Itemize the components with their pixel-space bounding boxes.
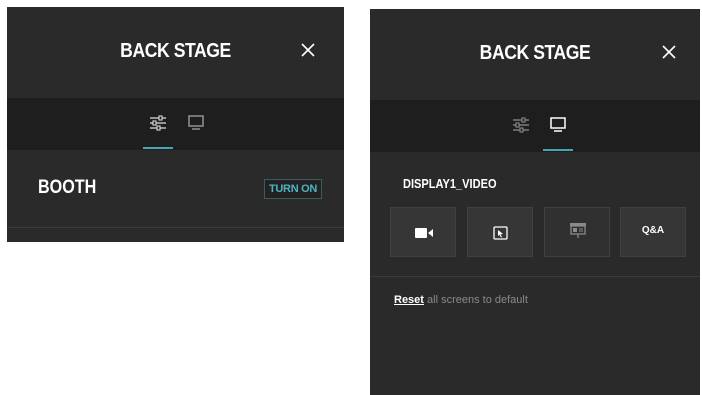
divider — [370, 276, 700, 277]
reset-link[interactable]: Reset — [394, 294, 424, 306]
tab-settings[interactable] — [142, 98, 174, 150]
presentation-icon — [570, 223, 586, 238]
screen-share-icon — [493, 226, 508, 240]
qa-label: Q&A — [641, 225, 665, 236]
booth-label: BOOTH — [38, 177, 97, 198]
panel-header: BACK STAGE — [7, 7, 344, 98]
panel-title: BACK STAGE — [120, 40, 231, 62]
monitor-icon — [550, 117, 566, 132]
backstage-panel-screens: BACK STAGE DISPLAY1_VIDEO Q&A Reset all … — [370, 9, 700, 395]
tab-bar — [7, 98, 344, 150]
tab-settings[interactable] — [505, 100, 537, 152]
backstage-panel-settings: BACK STAGE BOOTH TURN ON — [7, 7, 344, 242]
video-camera-icon — [415, 228, 433, 238]
qa-button[interactable]: Q&A — [620, 207, 686, 257]
tab-screens[interactable] — [180, 98, 212, 150]
close-button[interactable] — [660, 43, 678, 61]
sliders-icon — [150, 115, 166, 131]
presentation-button[interactable] — [544, 207, 610, 257]
screen-share-button[interactable] — [467, 207, 533, 257]
close-icon — [662, 45, 676, 59]
video-source-button[interactable] — [390, 207, 456, 257]
reset-row: Reset all screens to default — [394, 294, 528, 306]
tab-bar — [370, 100, 700, 152]
close-button[interactable] — [299, 41, 317, 59]
tab-screens[interactable] — [542, 100, 574, 152]
reset-text: all screens to default — [423, 294, 528, 306]
close-icon — [301, 43, 315, 57]
turn-on-button[interactable]: TURN ON — [264, 179, 322, 199]
booth-row: BOOTH TURN ON — [7, 150, 344, 228]
monitor-icon — [188, 115, 204, 130]
panel-title: BACK STAGE — [479, 42, 591, 64]
sliders-icon — [513, 117, 529, 133]
display-name: DISPLAY1_VIDEO — [403, 176, 497, 191]
panel-header: BACK STAGE — [370, 9, 700, 100]
